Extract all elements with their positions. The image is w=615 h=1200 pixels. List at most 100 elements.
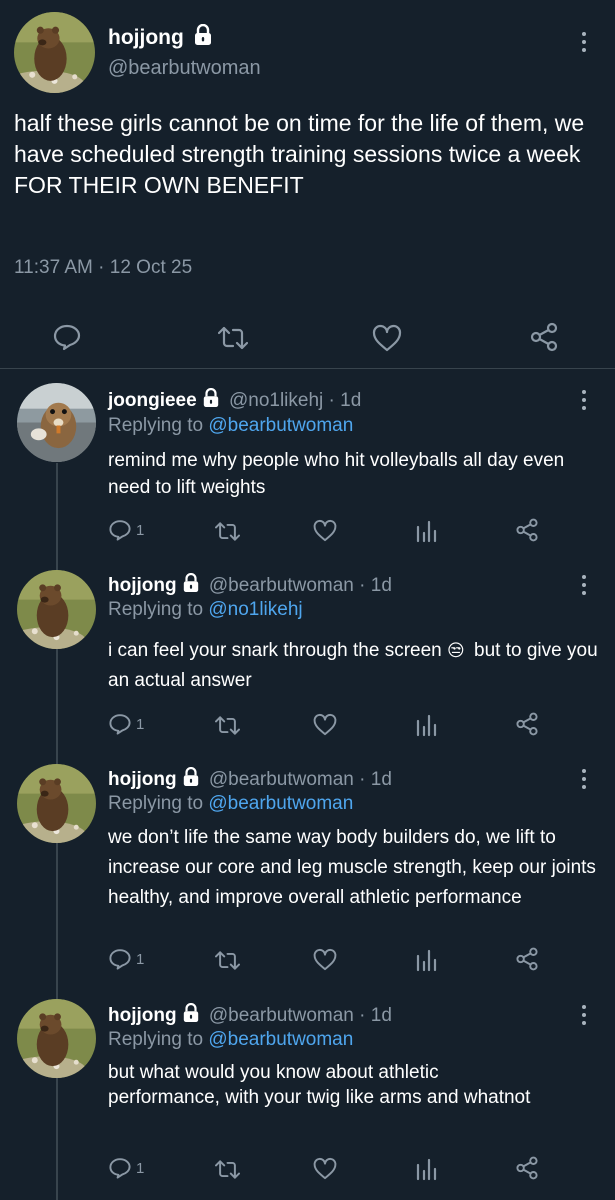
reply-avatar[interactable] — [17, 999, 96, 1078]
reply-count: 1 — [136, 1159, 145, 1177]
analytics-icon — [416, 714, 437, 737]
like-button[interactable] — [313, 713, 337, 736]
share-icon — [516, 712, 538, 736]
reply-count: 1 — [136, 521, 145, 539]
lock-icon — [182, 1003, 200, 1023]
heart-icon — [313, 948, 337, 971]
retweet-button[interactable] — [215, 714, 240, 737]
reply-button[interactable]: 1 — [108, 518, 144, 542]
heart-icon — [313, 519, 337, 542]
bear-avatar-icon — [17, 764, 96, 843]
author-display-name[interactable]: hojjong — [108, 26, 184, 49]
share-icon — [516, 518, 538, 542]
replying-to-link[interactable]: @bearbutwoman — [208, 793, 353, 814]
more-options-icon[interactable] — [580, 1005, 588, 1029]
retweet-button[interactable] — [218, 324, 248, 352]
analytics-icon — [416, 949, 437, 972]
like-button[interactable] — [313, 948, 337, 971]
reply-time: · 1d — [359, 769, 392, 790]
reply-handle[interactable]: @no1likehj — [229, 390, 323, 411]
bear-avatar-icon — [17, 999, 96, 1078]
analytics-button[interactable] — [415, 1157, 437, 1181]
reply-header: hojjong @bearbutwoman · 1d — [108, 767, 392, 791]
share-button[interactable] — [515, 712, 539, 736]
bear-avatar-icon — [17, 570, 96, 649]
reply-icon — [109, 520, 131, 541]
lock-icon — [182, 767, 200, 787]
share-button[interactable] — [515, 1156, 539, 1180]
reply-avatar[interactable] — [17, 383, 96, 462]
reply-icon — [109, 1158, 131, 1179]
reply-icon — [109, 714, 131, 735]
more-options-icon[interactable] — [580, 769, 588, 793]
share-button[interactable] — [515, 518, 539, 542]
divider — [0, 368, 615, 369]
replying-to-line: Replying to @no1likehj — [108, 599, 303, 621]
heart-icon — [372, 324, 402, 352]
reply-time: · 1d — [328, 390, 362, 411]
more-options-icon[interactable] — [580, 390, 588, 414]
reply-avatar[interactable] — [17, 764, 96, 843]
share-button[interactable] — [529, 322, 559, 352]
reply-header: hojjong @bearbutwoman · 1d — [108, 573, 392, 597]
analytics-button[interactable] — [415, 948, 437, 972]
retweet-icon — [215, 522, 240, 541]
reply-handle[interactable]: @bearbutwoman — [209, 575, 354, 596]
replying-to-line: Replying to @bearbutwoman — [108, 793, 353, 815]
retweet-icon — [215, 716, 240, 735]
retweet-button[interactable] — [215, 1158, 240, 1181]
replying-to-link[interactable]: @bearbutwoman — [208, 1029, 353, 1050]
retweet-icon — [218, 326, 248, 350]
more-options-icon[interactable] — [580, 575, 588, 599]
retweet-icon — [215, 1160, 240, 1179]
reply-display-name[interactable]: joongieee — [108, 390, 197, 411]
replying-to-line: Replying to @bearbutwoman — [108, 415, 353, 437]
author-handle[interactable]: @bearbutwoman — [108, 57, 261, 80]
reply-text: remind me why people who hit volleyballs… — [108, 450, 565, 498]
retweet-button[interactable] — [215, 949, 240, 972]
replying-to-link[interactable]: @bearbutwoman — [208, 415, 353, 436]
reply-count: 1 — [136, 715, 145, 733]
reply-display-name[interactable]: hojjong — [108, 769, 177, 790]
lock-icon — [193, 24, 213, 46]
reply-button[interactable]: 1 — [108, 947, 144, 971]
reply-icon — [53, 324, 81, 351]
heart-icon — [313, 713, 337, 736]
replying-prefix: Replying to — [108, 793, 204, 814]
like-button[interactable] — [372, 324, 402, 352]
lock-icon — [202, 388, 220, 408]
more-options-icon[interactable] — [580, 32, 588, 56]
reply-time: · 1d — [359, 575, 392, 596]
author-name-row[interactable]: hojjong — [108, 24, 213, 50]
reply-button[interactable] — [52, 322, 82, 352]
like-button[interactable] — [313, 519, 337, 542]
reply-text: we don’t life the same way body builders… — [108, 827, 596, 908]
squirrel-avatar-icon — [17, 383, 96, 462]
tweet-text: half these girls cannot be on time for t… — [14, 110, 585, 198]
reply-handle[interactable]: @bearbutwoman — [209, 1005, 354, 1026]
reply-button[interactable]: 1 — [108, 712, 144, 736]
author-avatar[interactable] — [14, 12, 95, 93]
reply-text: i can feel your snark through the screen… — [108, 636, 598, 696]
reply-icon — [109, 949, 131, 970]
retweet-button[interactable] — [215, 520, 240, 543]
analytics-button[interactable] — [415, 713, 437, 737]
replying-prefix: Replying to — [108, 415, 204, 436]
reply-header: hojjong @bearbutwoman · 1d — [108, 1003, 392, 1027]
share-icon — [530, 322, 558, 352]
replying-prefix: Replying to — [108, 1029, 204, 1050]
reply-display-name[interactable]: hojjong — [108, 575, 177, 596]
reply-display-name[interactable]: hojjong — [108, 1005, 177, 1026]
reply-avatar[interactable] — [17, 570, 96, 649]
analytics-icon — [416, 1158, 437, 1181]
reply-button[interactable]: 1 — [108, 1156, 144, 1180]
reply-time: · 1d — [359, 1005, 392, 1026]
like-button[interactable] — [313, 1157, 337, 1180]
replying-to-link[interactable]: @no1likehj — [208, 599, 302, 620]
replying-prefix: Replying to — [108, 599, 204, 620]
lock-icon — [182, 573, 200, 593]
analytics-icon — [416, 520, 437, 543]
analytics-button[interactable] — [415, 519, 437, 543]
share-button[interactable] — [515, 947, 539, 971]
reply-handle[interactable]: @bearbutwoman — [209, 769, 354, 790]
